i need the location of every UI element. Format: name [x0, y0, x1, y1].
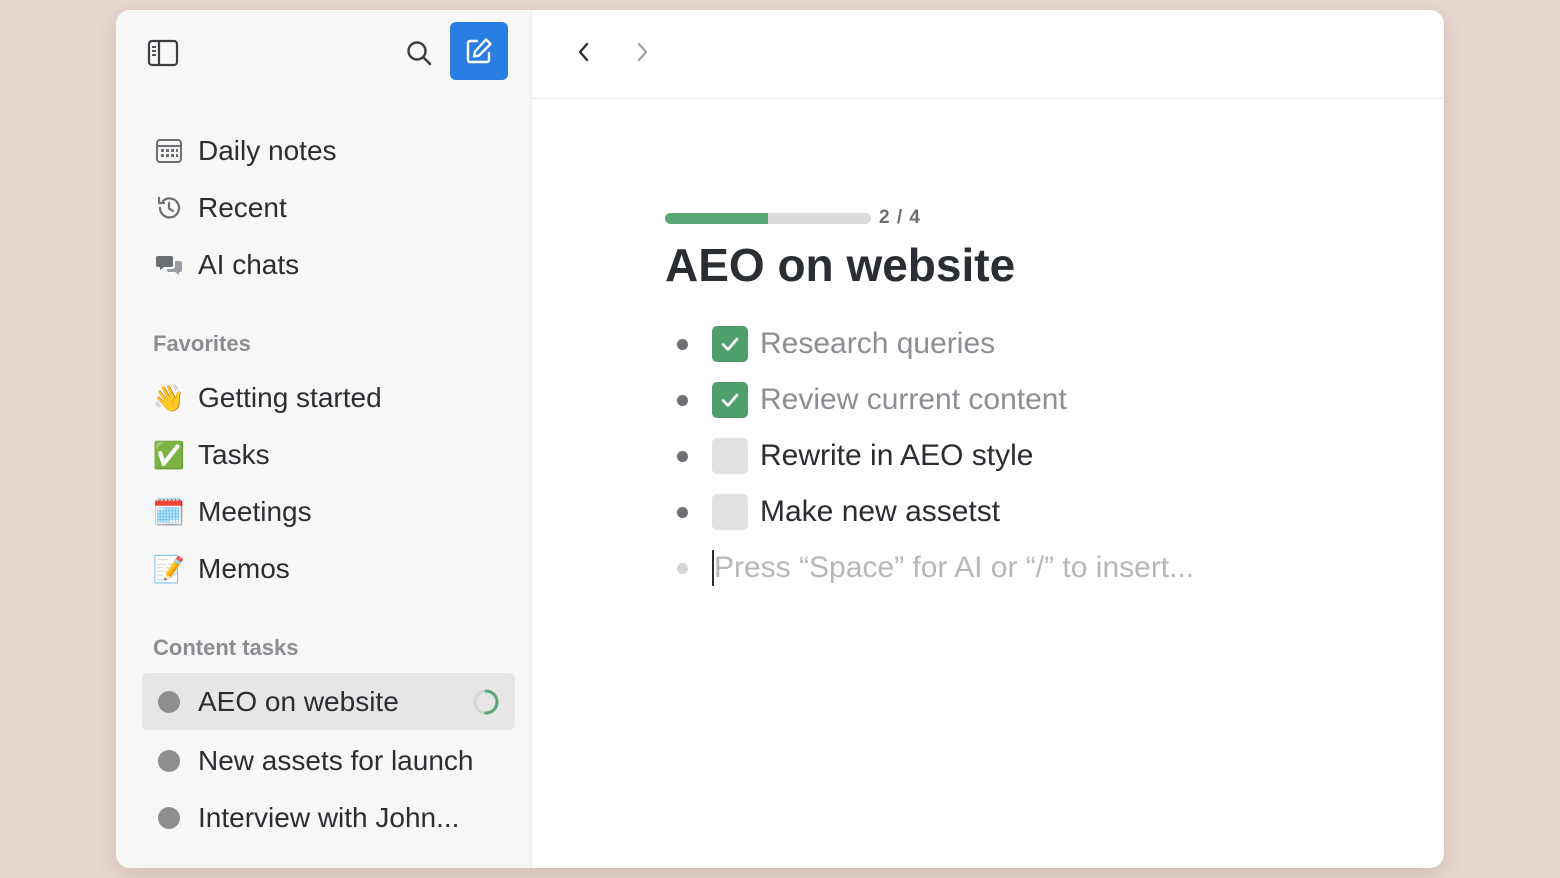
todo-list: Research queries Review current content … [665, 316, 1305, 596]
search-icon [407, 41, 432, 66]
chevron-left-icon [578, 42, 589, 62]
todo-text[interactable]: Research queries [760, 327, 995, 361]
progress-ring-icon [473, 689, 499, 715]
sidebar-item-label: Meetings [198, 495, 312, 527]
todo-item: Make new assetst [665, 484, 1305, 540]
sidebar-item-memos[interactable]: 📝 Memos [142, 540, 515, 597]
checkbox[interactable] [712, 494, 748, 530]
checkmark-icon [721, 393, 739, 407]
sidebar-item-recent[interactable]: Recent [142, 179, 515, 236]
sidebar-item-label: Recent [198, 191, 287, 223]
todo-item: Rewrite in AEO style [665, 428, 1305, 484]
back-button[interactable] [568, 34, 600, 70]
progress-bar [665, 212, 871, 224]
sidebar-item-label: Getting started [198, 381, 382, 413]
status-dot-icon [158, 690, 180, 713]
sidebar-item-tasks[interactable]: ✅ Tasks [142, 426, 515, 483]
task-progress: 2 / 4 [665, 207, 1305, 228]
bullet-icon [677, 450, 688, 462]
sidebar-item-daily-notes[interactable]: Daily notes [142, 122, 515, 179]
sidebar-nav: Daily notes Recent AI chats Favorites 👋 … [142, 122, 515, 846]
app-window: Daily notes Recent AI chats Favorites 👋 … [116, 10, 1444, 868]
memo-icon: 📝 [152, 553, 186, 584]
sidebar-item-ai-chats[interactable]: AI chats [142, 236, 515, 293]
new-note-button[interactable] [450, 22, 508, 80]
check-mark-icon: ✅ [152, 439, 186, 470]
todo-item: Research queries [665, 316, 1305, 372]
bullet-icon [677, 338, 688, 350]
progress-count: 2 / 4 [879, 207, 921, 228]
editor-placeholder[interactable]: Press “Space” for AI or “/” to insert... [714, 551, 1194, 585]
calendar-icon [152, 134, 186, 168]
todo-text[interactable]: Rewrite in AEO style [760, 439, 1033, 473]
checkmark-icon [721, 337, 739, 351]
sidebar-item-interview[interactable]: Interview with John... [142, 789, 515, 846]
sidebar-item-label: Memos [198, 552, 290, 584]
compose-icon [466, 38, 492, 64]
chevron-right-icon [637, 42, 648, 62]
sidebar-toggle-icon [147, 39, 179, 67]
todo-text[interactable]: Make new assetst [760, 495, 1000, 529]
sidebar-toolbar [116, 22, 531, 82]
new-block-row[interactable]: Press “Space” for AI or “/” to insert... [665, 540, 1305, 596]
sidebar-item-label: Daily notes [198, 134, 337, 166]
forward-button[interactable] [626, 34, 658, 70]
checkbox[interactable] [712, 382, 748, 418]
bullet-icon [677, 394, 688, 406]
document: 2 / 4 AEO on website Research queries Re [665, 207, 1305, 596]
sidebar-item-label: New assets for launch [198, 744, 474, 776]
sidebar-item-label: AI chats [198, 248, 300, 280]
sidebar-item-meetings[interactable]: 🗓️ Meetings [142, 483, 515, 540]
todo-item: Review current content [665, 372, 1305, 428]
history-icon [152, 191, 186, 225]
calendar-pad-icon: 🗓️ [152, 496, 186, 527]
main-pane: 2 / 4 AEO on website Research queries Re [532, 10, 1444, 868]
main-toolbar [532, 10, 1444, 99]
bullet-icon [677, 506, 688, 518]
status-dot-icon [158, 749, 180, 772]
page-title[interactable]: AEO on website [665, 238, 1305, 292]
chat-icon [152, 248, 186, 282]
sidebar-toggle-button[interactable] [144, 36, 182, 70]
content-tasks-heading: Content tasks [153, 635, 299, 660]
progress-bar-fill [665, 212, 768, 224]
sidebar-item-aeo-on-website[interactable]: AEO on website [142, 673, 515, 730]
search-button[interactable] [400, 36, 438, 70]
todo-text[interactable]: Review current content [760, 383, 1067, 417]
sidebar-item-new-assets[interactable]: New assets for launch [142, 732, 515, 789]
favorites-heading: Favorites [153, 331, 251, 356]
sidebar-item-label: Interview with John... [198, 801, 460, 833]
checkbox[interactable] [712, 326, 748, 362]
waving-hand-icon: 👋 [152, 382, 186, 413]
bullet-icon [677, 562, 688, 574]
checkbox[interactable] [712, 438, 748, 474]
sidebar-item-label: Tasks [198, 438, 270, 470]
sidebar-item-getting-started[interactable]: 👋 Getting started [142, 369, 515, 426]
status-dot-icon [158, 806, 180, 829]
sidebar: Daily notes Recent AI chats Favorites 👋 … [116, 10, 532, 868]
sidebar-item-label: AEO on website [198, 685, 399, 717]
